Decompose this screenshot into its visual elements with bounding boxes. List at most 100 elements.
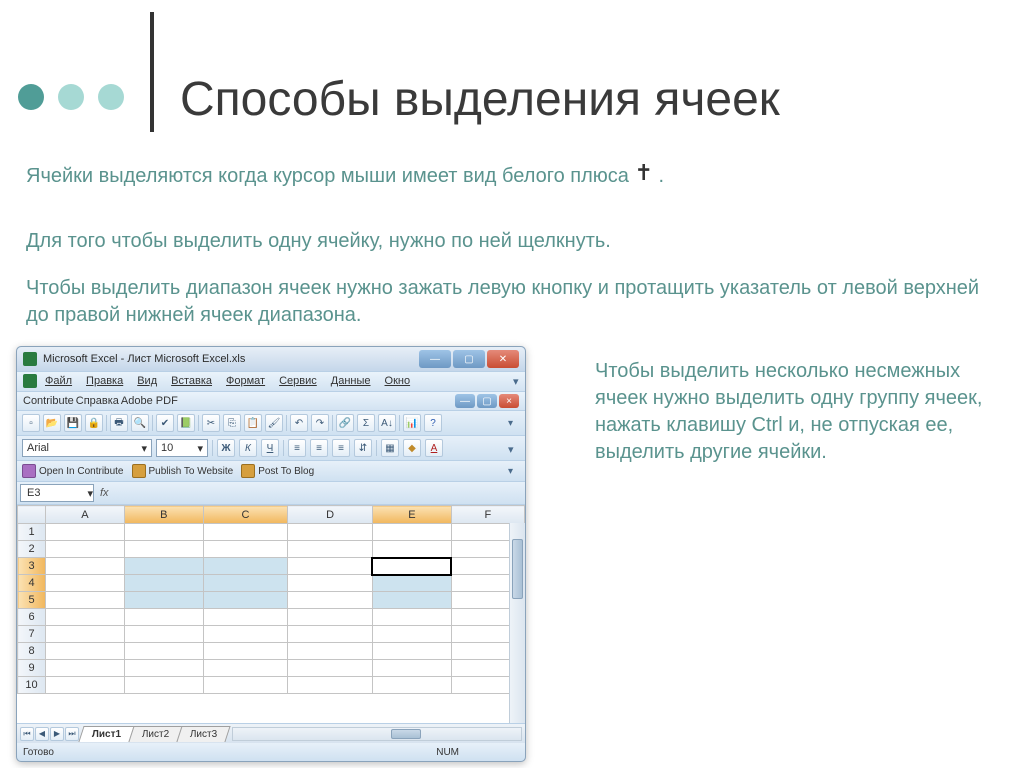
- tab-prev-icon[interactable]: ◀: [35, 727, 49, 741]
- col-header-f[interactable]: F: [451, 506, 524, 524]
- chevron-down-icon[interactable]: ▾: [507, 374, 519, 384]
- align-center-icon[interactable]: ≡: [310, 439, 328, 457]
- chevron-down-icon[interactable]: ▾: [87, 487, 93, 500]
- cell[interactable]: [203, 558, 288, 575]
- spellcheck-icon[interactable]: ✔: [156, 414, 174, 432]
- menu-data[interactable]: Данные: [325, 374, 377, 389]
- paste-icon[interactable]: 📋: [244, 414, 262, 432]
- menu-view[interactable]: Вид: [131, 374, 163, 389]
- select-all-corner[interactable]: [18, 506, 46, 524]
- cell[interactable]: [124, 592, 203, 609]
- research-icon[interactable]: 📗: [177, 414, 195, 432]
- cell[interactable]: [372, 592, 451, 609]
- maximize-button[interactable]: ▢: [453, 350, 485, 368]
- tab-last-icon[interactable]: ⏭: [65, 727, 79, 741]
- row-header[interactable]: 5: [18, 592, 46, 609]
- col-header-d[interactable]: D: [288, 506, 373, 524]
- sort-asc-icon[interactable]: A↓: [378, 414, 396, 432]
- save-icon[interactable]: 💾: [64, 414, 82, 432]
- menu-contribute[interactable]: Contribute: [23, 395, 74, 407]
- titlebar[interactable]: Microsoft Excel - Лист Microsoft Excel.x…: [17, 347, 525, 371]
- open-icon[interactable]: 📂: [43, 414, 61, 432]
- hyperlink-icon[interactable]: 🔗: [336, 414, 354, 432]
- doc-minimize-button[interactable]: —: [455, 394, 475, 408]
- font-color-icon[interactable]: A: [425, 439, 443, 457]
- scroll-thumb[interactable]: [512, 539, 523, 599]
- sheet-tab[interactable]: Лист2: [129, 726, 183, 742]
- publish-button[interactable]: Publish To Website: [132, 464, 234, 478]
- name-box[interactable]: E3▾: [20, 484, 94, 502]
- cell[interactable]: [372, 575, 451, 592]
- col-header-c[interactable]: C: [203, 506, 288, 524]
- redo-icon[interactable]: ↷: [311, 414, 329, 432]
- row-header[interactable]: 3: [18, 558, 46, 575]
- tab-first-icon[interactable]: ⏮: [20, 727, 34, 741]
- preview-icon[interactable]: 🔍: [131, 414, 149, 432]
- row-header[interactable]: 8: [18, 643, 46, 660]
- cell[interactable]: [124, 575, 203, 592]
- menu-format[interactable]: Формат: [220, 374, 271, 389]
- active-cell[interactable]: [372, 558, 451, 575]
- col-header-b[interactable]: B: [124, 506, 203, 524]
- cell[interactable]: [203, 575, 288, 592]
- copy-icon[interactable]: ⎘: [223, 414, 241, 432]
- row-header[interactable]: 10: [18, 677, 46, 694]
- row-header[interactable]: 2: [18, 541, 46, 558]
- bold-button[interactable]: Ж: [217, 439, 235, 457]
- row-header[interactable]: 7: [18, 626, 46, 643]
- vertical-scrollbar[interactable]: [509, 523, 525, 723]
- cell-grid[interactable]: A B C D E F 1 2 3 4 5 6 7 8 9 10: [17, 505, 525, 723]
- fill-color-icon[interactable]: ◆: [403, 439, 421, 457]
- font-name-box[interactable]: Arial▾: [22, 439, 152, 457]
- cell[interactable]: [124, 558, 203, 575]
- cut-icon[interactable]: ✂: [202, 414, 220, 432]
- sheet-tab[interactable]: Лист3: [177, 726, 231, 742]
- autosum-icon[interactable]: Σ: [357, 414, 375, 432]
- toolbar-overflow-icon[interactable]: ▾: [508, 418, 520, 428]
- menu-insert[interactable]: Вставка: [165, 374, 218, 389]
- italic-button[interactable]: К: [239, 439, 257, 457]
- cell[interactable]: [203, 592, 288, 609]
- menu-adobe-pdf[interactable]: Adobe PDF: [121, 395, 178, 407]
- font-size-box[interactable]: 10▾: [156, 439, 208, 457]
- print-icon[interactable]: 🖶: [110, 414, 128, 432]
- align-left-icon[interactable]: ≡: [288, 439, 306, 457]
- menu-tools[interactable]: Сервис: [273, 374, 323, 389]
- help-icon[interactable]: ?: [424, 414, 442, 432]
- doc-close-button[interactable]: ×: [499, 394, 519, 408]
- fx-label[interactable]: fx: [100, 487, 109, 499]
- align-right-icon[interactable]: ≡: [332, 439, 350, 457]
- excel-window: Microsoft Excel - Лист Microsoft Excel.x…: [16, 346, 526, 762]
- undo-icon[interactable]: ↶: [290, 414, 308, 432]
- toolbar-overflow-icon[interactable]: ▾: [508, 466, 520, 476]
- row-header[interactable]: 9: [18, 660, 46, 677]
- menu-window[interactable]: Окно: [379, 374, 417, 389]
- row-header[interactable]: 4: [18, 575, 46, 592]
- horizontal-scrollbar[interactable]: [232, 727, 522, 741]
- chart-icon[interactable]: 📊: [403, 414, 421, 432]
- permission-icon[interactable]: 🔒: [85, 414, 103, 432]
- close-button[interactable]: ✕: [487, 350, 519, 368]
- menu-file[interactable]: Файл: [39, 374, 78, 389]
- menu-help[interactable]: Справка: [76, 395, 119, 407]
- chevron-down-icon[interactable]: ▾: [197, 442, 203, 455]
- menu-edit[interactable]: Правка: [80, 374, 129, 389]
- open-in-contribute-button[interactable]: Open In Contribute: [22, 464, 124, 478]
- scroll-thumb[interactable]: [391, 729, 421, 739]
- toolbar-overflow-icon[interactable]: ▾: [508, 443, 520, 453]
- new-icon[interactable]: ▫: [22, 414, 40, 432]
- row-header[interactable]: 6: [18, 609, 46, 626]
- merge-cells-icon[interactable]: ⇵: [354, 439, 372, 457]
- row-header[interactable]: 1: [18, 524, 46, 541]
- underline-button[interactable]: Ч: [261, 439, 279, 457]
- doc-maximize-button[interactable]: ▢: [477, 394, 497, 408]
- borders-icon[interactable]: ▦: [381, 439, 399, 457]
- post-to-blog-button[interactable]: Post To Blog: [241, 464, 314, 478]
- sheet-tab[interactable]: Лист1: [78, 726, 134, 742]
- tab-next-icon[interactable]: ▶: [50, 727, 64, 741]
- format-painter-icon[interactable]: 🖌: [265, 414, 283, 432]
- col-header-e[interactable]: E: [372, 506, 451, 524]
- chevron-down-icon[interactable]: ▾: [141, 442, 147, 455]
- minimize-button[interactable]: —: [419, 350, 451, 368]
- col-header-a[interactable]: A: [46, 506, 125, 524]
